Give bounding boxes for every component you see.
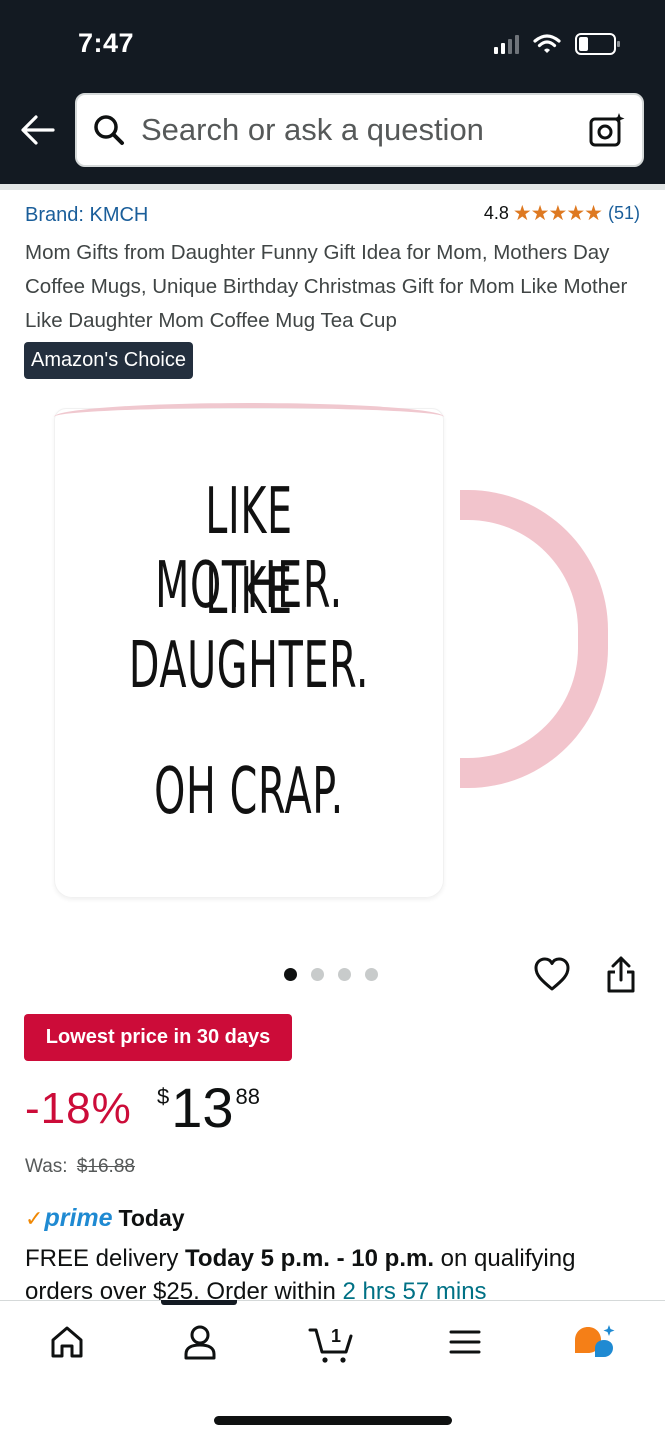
app-header: 7:47 Search or ask a question <box>0 0 665 184</box>
back-arrow-icon[interactable] <box>20 114 56 146</box>
account-icon[interactable] <box>180 1322 220 1362</box>
home-icon[interactable] <box>47 1322 87 1362</box>
was-price: $16.88 <box>76 1156 135 1177</box>
mug-print-line-3: OH CRAP. <box>154 755 344 829</box>
mug-handle <box>460 490 608 788</box>
product-title: Mom Gifts from Daughter Funny Gift Idea … <box>25 241 628 332</box>
search-bar[interactable]: Search or ask a question <box>75 93 644 167</box>
cart-icon[interactable]: 1 <box>308 1322 356 1366</box>
rating-value: 4.8 <box>483 203 509 223</box>
search-icon <box>94 115 124 145</box>
header-divider <box>0 184 665 190</box>
carousel-dot[interactable] <box>365 968 378 981</box>
carousel-dot[interactable] <box>338 968 351 981</box>
deal-badge: Lowest price in 30 days <box>24 1014 292 1061</box>
camera-search-icon[interactable] <box>588 111 626 149</box>
cellular-signal-icon <box>494 34 519 54</box>
product-image[interactable]: LIKE MOTHER. LIKE DAUGHTER. OH CRAP. <box>40 395 625 915</box>
rating-summary[interactable]: 4.8 ★★★★★ (51) <box>484 201 640 226</box>
star-rating-icon: ★★★★★ <box>512 202 603 225</box>
price-whole: 13 <box>171 1076 234 1139</box>
was-label: Was: <box>25 1156 68 1177</box>
price: $ 13 88 <box>157 1078 260 1138</box>
carousel-dot[interactable] <box>284 968 297 981</box>
search-input[interactable]: Search or ask a question <box>141 112 484 148</box>
cart-count: 1 <box>331 1326 341 1346</box>
prime-logo: prime <box>44 1204 113 1232</box>
heart-icon[interactable] <box>533 956 571 992</box>
status-icons <box>494 33 621 55</box>
amazons-choice-badge: Amazon's Choice <box>24 342 193 379</box>
discount-percent: -18% <box>25 1084 132 1133</box>
menu-icon[interactable] <box>445 1322 485 1362</box>
prime-check-icon: ✓ <box>25 1206 44 1231</box>
carousel-dot[interactable] <box>311 968 324 981</box>
mug-rim <box>54 403 444 417</box>
review-count[interactable]: (51) <box>608 203 640 224</box>
prime-day: Today <box>118 1205 185 1231</box>
delivery-prefix: FREE delivery <box>25 1245 186 1272</box>
prime-delivery-badge: ✓ prime Today <box>25 1204 185 1233</box>
rufus-icon[interactable] <box>571 1322 619 1366</box>
delivery-window: Today 5 p.m. - 10 p.m. <box>185 1245 434 1272</box>
delivery-message: FREE delivery Today 5 p.m. - 10 p.m. on … <box>25 1242 645 1308</box>
status-time: 7:47 <box>78 28 135 58</box>
wifi-icon <box>533 33 561 55</box>
active-tab-indicator <box>161 1300 237 1305</box>
brand-link[interactable]: Brand: KMCH <box>25 204 148 227</box>
price-fraction: 88 <box>235 1084 261 1109</box>
price-currency: $ <box>157 1084 170 1109</box>
home-indicator <box>214 1416 452 1425</box>
was-price-row: Was: $16.88 <box>25 1156 135 1178</box>
battery-icon <box>575 33 621 55</box>
mug-print-line-2: LIKE DAUGHTER. <box>128 555 370 703</box>
share-icon[interactable] <box>605 956 637 994</box>
image-carousel-dots[interactable] <box>284 968 378 981</box>
